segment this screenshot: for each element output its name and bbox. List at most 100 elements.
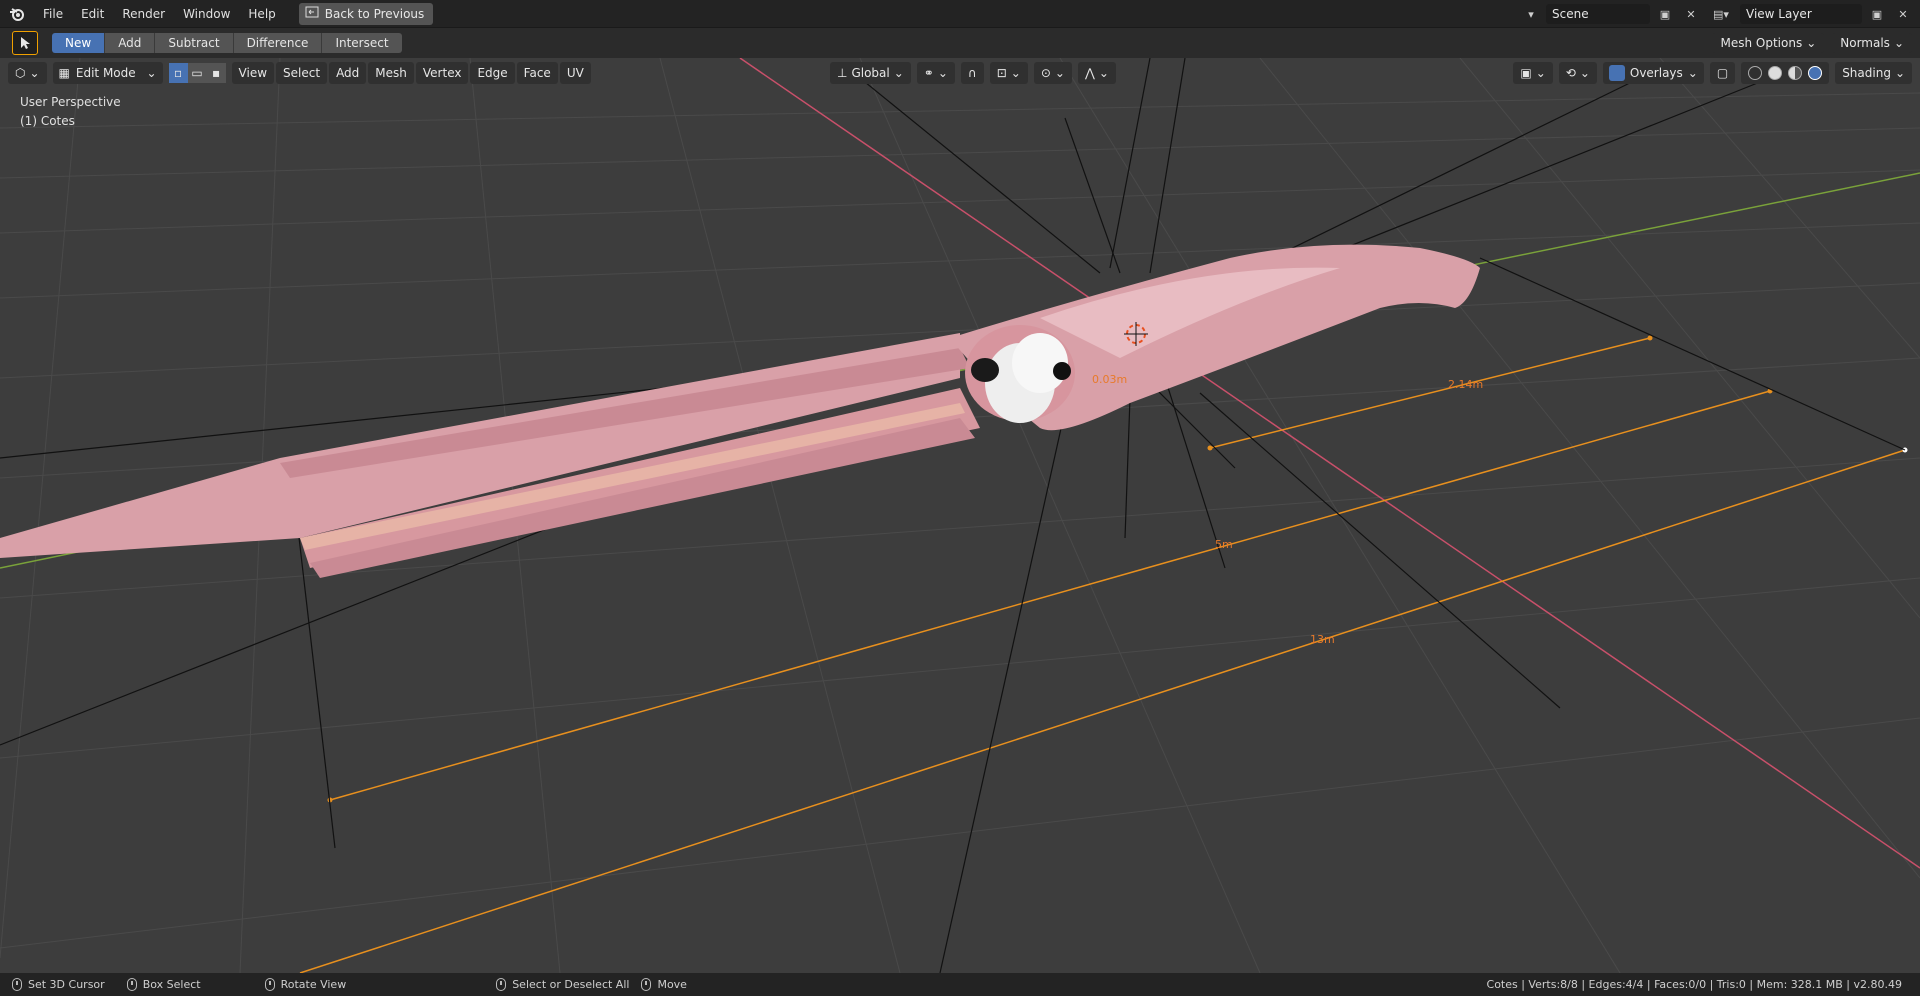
- blender-logo-icon[interactable]: [0, 0, 34, 28]
- mouse-drag-icon: [126, 978, 137, 991]
- x-axis-line: [739, 58, 1920, 869]
- menu-help[interactable]: Help: [239, 3, 284, 25]
- menu-render[interactable]: Render: [113, 3, 174, 25]
- chevron-down-icon: ⌄: [1010, 66, 1021, 80]
- mouse-middle-icon: [264, 978, 275, 991]
- squid-mesh: [0, 244, 1480, 578]
- chevron-down-icon: ⌄: [1579, 66, 1590, 80]
- mesh-options-label: Mesh Options: [1720, 36, 1803, 50]
- scene-field[interactable]: Scene: [1546, 4, 1650, 24]
- face-select-icon[interactable]: ▪: [206, 63, 226, 83]
- viewport-canvas[interactable]: 2.14m 5m 13m 0.03m: [0, 58, 1920, 973]
- chevron-down-icon: ⌄: [1098, 66, 1109, 80]
- overlays-dropdown[interactable]: Overlays ⌄: [1602, 62, 1704, 84]
- menu-file[interactable]: File: [34, 3, 72, 25]
- menu-edit[interactable]: Edit: [72, 3, 113, 25]
- view-perspective-label: User Perspective: [20, 95, 121, 109]
- chevron-down-icon: ⌄: [146, 66, 157, 80]
- menu-face[interactable]: Face: [516, 62, 558, 84]
- view-layer-icon[interactable]: ▤▾: [1706, 4, 1736, 24]
- active-object-label: (1) Cotes: [20, 114, 75, 128]
- scene-copy-icon[interactable]: ▣: [1654, 4, 1676, 24]
- proportional-icon: ⊙: [1040, 66, 1051, 80]
- scene-icon[interactable]: ▾: [1520, 4, 1542, 24]
- chevron-down-icon: ⌄: [1893, 36, 1904, 50]
- chevron-down-icon: ⌄: [1687, 66, 1698, 80]
- magnet-icon: ∩: [967, 66, 977, 80]
- select-tool-icon[interactable]: [12, 31, 38, 55]
- tool-header-right: Mesh Options ⌄ Normals ⌄: [1712, 33, 1912, 53]
- menu-view[interactable]: View: [231, 62, 275, 84]
- xray-icon: ▢: [1716, 66, 1729, 80]
- back-to-previous-label: Back to Previous: [324, 6, 425, 21]
- snap-toggle[interactable]: ∩: [960, 62, 984, 84]
- 3d-viewport[interactable]: 2.14m 5m 13m 0.03m User Perspective (1) …: [0, 58, 1920, 973]
- measure-label-2-14m: 2.14m: [1448, 378, 1483, 391]
- mode-new-button[interactable]: New: [52, 33, 106, 53]
- mode-dropdown[interactable]: ▦ Edit Mode ⌄: [52, 62, 163, 84]
- transform-controls: ⊥ Global ⌄ ⚭ ⌄ ∩ ⊡ ⌄ ⊙ ⌄ ⋀ ⌄: [830, 62, 1116, 84]
- scene-close-icon[interactable]: ✕: [1680, 4, 1702, 24]
- mode-add-button[interactable]: Add: [105, 33, 156, 53]
- chevron-down-icon: ⌄: [893, 66, 904, 80]
- menu-select[interactable]: Select: [276, 62, 328, 84]
- viewport-menus: View Select Add Mesh Vertex Edge Face UV: [231, 62, 591, 84]
- status-label: Set 3D Cursor: [28, 978, 105, 991]
- mode-intersect-button[interactable]: Intersect: [322, 33, 402, 53]
- mouse-right-icon: [496, 978, 507, 991]
- view-layer-copy-icon[interactable]: ▣: [1866, 4, 1888, 24]
- top-right-controls: ▾ Scene ▣ ✕ ▤▾ View Layer ▣ ✕: [1520, 0, 1920, 28]
- pivot-dropdown[interactable]: ⚭ ⌄: [916, 62, 955, 84]
- mesh-options-dropdown[interactable]: Mesh Options ⌄: [1712, 33, 1825, 53]
- mode-difference-button[interactable]: Difference: [233, 33, 323, 53]
- gizmo-dropdown[interactable]: ⟲ ⌄: [1558, 62, 1597, 84]
- normals-dropdown[interactable]: Normals ⌄: [1832, 33, 1912, 53]
- solid-shading-icon[interactable]: [1768, 66, 1783, 80]
- edit-mode-icon: ▦: [58, 66, 70, 80]
- proportional-edit-dropdown[interactable]: ⊙ ⌄: [1033, 62, 1072, 84]
- menu-window[interactable]: Window: [174, 3, 239, 25]
- mode-subtract-button[interactable]: Subtract: [155, 33, 234, 53]
- falloff-dropdown[interactable]: ⋀ ⌄: [1077, 62, 1116, 84]
- overlays-label: Overlays: [1629, 66, 1683, 80]
- status-select-all: Select or Deselect All: [496, 978, 629, 991]
- orientation-label: Global: [851, 66, 890, 80]
- rendered-shading-icon[interactable]: [1808, 66, 1823, 80]
- pivot-icon: ⚭: [923, 66, 934, 80]
- boolean-mode-group: New Add Subtract Difference Intersect: [52, 33, 402, 53]
- object-types-dropdown[interactable]: ▣ ⌄: [1513, 62, 1553, 84]
- orientation-dropdown[interactable]: ⊥ Global ⌄: [830, 62, 911, 84]
- view-layer-close-icon[interactable]: ✕: [1892, 4, 1914, 24]
- view-layer-name: View Layer: [1746, 7, 1812, 21]
- snap-target-dropdown[interactable]: ⊡ ⌄: [989, 62, 1028, 84]
- scene-name: Scene: [1552, 7, 1589, 21]
- orientation-icon: ⊥: [837, 66, 848, 80]
- menu-add[interactable]: Add: [329, 62, 367, 84]
- editor-type-dropdown[interactable]: ⬡ ⌄: [8, 62, 47, 84]
- status-label: Move: [657, 978, 687, 991]
- xray-toggle[interactable]: ▢: [1709, 62, 1736, 84]
- falloff-icon: ⋀: [1084, 66, 1095, 80]
- material-shading-icon[interactable]: [1788, 66, 1803, 80]
- top-menu-bar: File Edit Render Window Help Back to Pre…: [0, 0, 1920, 28]
- shading-dropdown[interactable]: Shading ⌄: [1835, 62, 1912, 84]
- viewport-right-controls: ▣ ⌄ ⟲ ⌄ Overlays ⌄ ▢ Shading ⌄: [1513, 62, 1912, 84]
- vertex-select-icon[interactable]: ▫: [168, 63, 188, 83]
- view-layer-field[interactable]: View Layer: [1740, 4, 1862, 24]
- measure-label-5m: 5m: [1215, 538, 1233, 551]
- wireframe-shading-icon[interactable]: [1748, 66, 1763, 80]
- back-to-previous-button[interactable]: Back to Previous: [298, 2, 434, 25]
- chevron-down-icon: ⌄: [937, 66, 948, 80]
- edge-select-icon[interactable]: ▭: [187, 63, 207, 83]
- menu-vertex[interactable]: Vertex: [415, 62, 469, 84]
- snap-increment-icon: ⊡: [996, 66, 1007, 80]
- status-rotate-view: Rotate View: [264, 978, 346, 991]
- chevron-down-icon: ⌄: [1894, 66, 1905, 80]
- menu-uv[interactable]: UV: [559, 62, 591, 84]
- menu-mesh[interactable]: Mesh: [368, 62, 414, 84]
- menu-edge[interactable]: Edge: [470, 62, 515, 84]
- object-types-icon: ▣: [1520, 66, 1532, 80]
- 3d-view-icon: ⬡: [15, 66, 26, 80]
- viewport-header: ⬡ ⌄ ▦ Edit Mode ⌄ ▫ ▭ ▪ View Select Add M…: [0, 58, 1920, 88]
- overlays-icon: [1608, 65, 1625, 81]
